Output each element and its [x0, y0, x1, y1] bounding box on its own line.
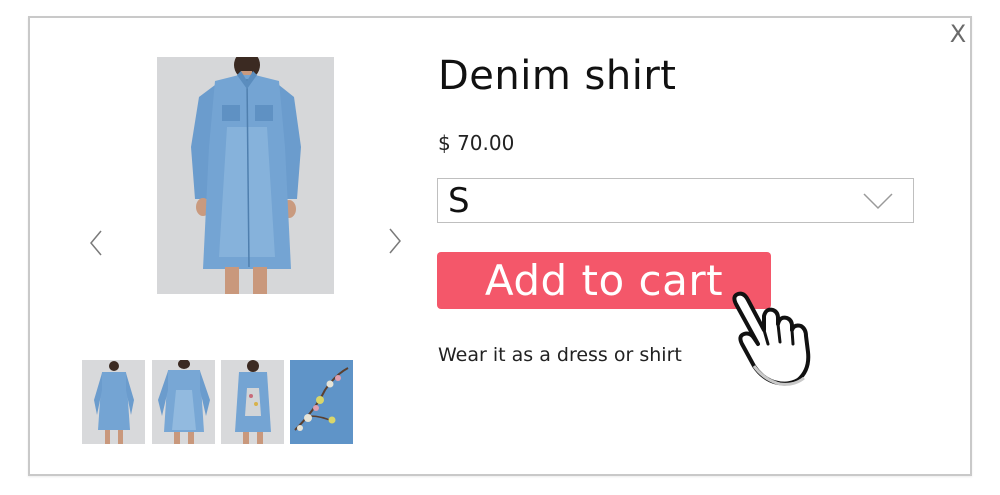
prev-image-arrow[interactable]: [85, 227, 107, 259]
chevron-right-icon: [389, 228, 401, 254]
thumbnail-front-closeup[interactable]: [152, 360, 215, 444]
size-select[interactable]: S: [437, 178, 914, 223]
chevron-left-icon: [90, 230, 102, 256]
thumbnail-print-detail[interactable]: [290, 360, 353, 444]
product-description: Wear it as a dress or shirt: [438, 344, 682, 366]
thumbnail-front-view[interactable]: [82, 360, 145, 444]
close-button[interactable]: X: [945, 20, 971, 48]
main-product-image: [157, 57, 334, 294]
product-price: $ 70.00: [438, 131, 515, 155]
next-image-arrow[interactable]: [384, 225, 406, 257]
add-to-cart-button[interactable]: Add to cart: [437, 252, 771, 309]
thumbnail-back-view[interactable]: [221, 360, 284, 444]
size-selected-value: S: [448, 181, 470, 221]
chevron-down-icon: [863, 193, 893, 210]
pointing-hand-icon: [732, 291, 811, 386]
product-title: Denim shirt: [438, 53, 677, 99]
